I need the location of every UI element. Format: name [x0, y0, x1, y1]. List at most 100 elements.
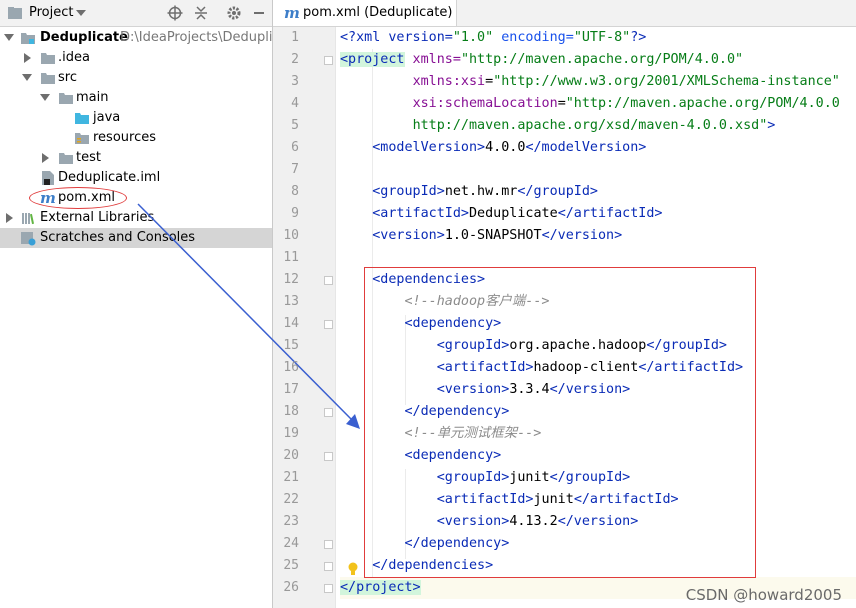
code-line: <artifactId>junit</artifactId> [436, 492, 679, 507]
code-line: </dependencies> [372, 558, 494, 573]
code-line: <version>3.3.4</version> [436, 382, 631, 397]
expanded-arrow-icon[interactable] [22, 74, 32, 81]
code-line: <modelVersion>4.0.0</modelVersion> [372, 140, 647, 155]
expanded-arrow-icon[interactable] [40, 94, 50, 101]
resources-folder-icon [75, 133, 89, 144]
line-number: 8 [291, 184, 299, 199]
tree-item-label: Scratches and Consoles [40, 230, 196, 245]
tree-item-scratches[interactable]: Scratches and Consoles [0, 228, 272, 248]
code-line: <artifactId>hadoop-client</artifactId> [436, 360, 744, 375]
line-number: 22 [283, 492, 299, 507]
code-line: <dependency> [404, 448, 502, 463]
tree-item-label: main [76, 90, 109, 105]
hide-panel-icon[interactable] [251, 5, 267, 21]
code-line: </dependency> [404, 536, 510, 551]
expanded-arrow-icon[interactable] [4, 34, 14, 41]
project-path: D:\IdeaProjects\Deduplicat [120, 30, 293, 45]
code-line: <version>1.0-SNAPSHOT</version> [372, 228, 623, 243]
tab-label: pom.xml (Deduplicate) [303, 5, 453, 20]
line-number: 5 [291, 118, 299, 133]
line-number: 26 [283, 580, 299, 595]
line-number: 23 [283, 514, 299, 529]
project-panel-header: Project [0, 0, 272, 27]
folder-icon [59, 153, 73, 164]
line-number: 10 [283, 228, 299, 243]
fold-marker[interactable] [324, 320, 333, 329]
fold-marker[interactable] [324, 562, 333, 571]
code-line: <dependencies> [372, 272, 486, 287]
project-view-icon[interactable] [7, 5, 23, 21]
gear-icon[interactable] [226, 5, 242, 21]
lightbulb-icon[interactable] [347, 562, 359, 576]
source-folder-icon [75, 113, 89, 124]
line-number: 13 [283, 294, 299, 309]
fold-marker[interactable] [324, 452, 333, 461]
line-number: 17 [283, 382, 299, 397]
line-number: 21 [283, 470, 299, 485]
tree-item-java[interactable]: java [0, 108, 272, 128]
tab-pom-xml[interactable]: m pom.xml (Deduplicate) [273, 0, 457, 26]
line-number: 3 [291, 74, 299, 89]
line-number: 18 [283, 404, 299, 419]
iml-file-icon [42, 171, 54, 185]
folder-icon [41, 73, 55, 84]
editor-tab-bar: m pom.xml (Deduplicate) [273, 0, 856, 27]
watermark: CSDN @howard2005 [685, 586, 842, 604]
chevron-down-icon[interactable] [76, 10, 86, 16]
collapsed-arrow-icon[interactable] [6, 213, 13, 223]
line-number: 11 [283, 250, 299, 265]
collapsed-arrow-icon[interactable] [42, 153, 49, 163]
module-folder-icon [21, 33, 35, 44]
line-number: 2 [291, 52, 299, 67]
folder-icon [59, 93, 73, 104]
code-line: <artifactId>Deduplicate</artifactId> [372, 206, 663, 221]
line-number: 25 [283, 558, 299, 573]
code-line: <?xml version="1.0" encoding="UTF-8"?> [340, 30, 647, 45]
line-number: 12 [283, 272, 299, 287]
tree-item-resources[interactable]: resources [0, 128, 272, 148]
annotation-ellipse [29, 187, 127, 209]
editor: m pom.xml (Deduplicate) <?xml version="1… [273, 0, 856, 608]
tree-item-src[interactable]: src [0, 68, 272, 88]
line-number: 6 [291, 140, 299, 155]
line-number: 15 [283, 338, 299, 353]
fold-marker[interactable] [324, 408, 333, 417]
code-line: <dependency> [404, 316, 502, 331]
tree-item-iml[interactable]: Deduplicate.iml [0, 168, 272, 188]
tree-item-deduplicate[interactable]: Deduplicate D:\IdeaProjects\Deduplicat [0, 28, 293, 48]
tree-item-label: test [76, 150, 101, 165]
tree-item-external-libraries[interactable]: External Libraries [0, 208, 272, 228]
tree-item-main[interactable]: main [0, 88, 272, 108]
line-number: 4 [291, 96, 299, 111]
code-line: </dependency> [404, 404, 510, 419]
collapsed-arrow-icon[interactable] [24, 53, 31, 63]
line-number: 7 [291, 162, 299, 177]
project-tool-window: Project Deduplicate D:\IdeaProjects\Dedu… [0, 0, 293, 608]
code-line: <project xmlns="http://maven.apache.org/… [340, 52, 744, 67]
fold-marker[interactable] [324, 276, 333, 285]
scratches-icon [21, 232, 36, 246]
line-number: 9 [291, 206, 299, 221]
project-panel-title[interactable]: Project [29, 5, 73, 20]
gutter-divider [335, 27, 336, 608]
tree-item-test[interactable]: test [0, 148, 272, 168]
fold-marker[interactable] [324, 540, 333, 549]
locate-icon[interactable] [167, 5, 183, 21]
line-number: 14 [283, 316, 299, 331]
code-line: <groupId>org.apache.hadoop</groupId> [436, 338, 727, 353]
maven-file-icon: m [284, 4, 300, 22]
code-line: <version>4.13.2</version> [436, 514, 639, 529]
line-number: 20 [283, 448, 299, 463]
code-line: xsi:schemaLocation="http://maven.apache.… [412, 96, 840, 111]
code-line: <groupId>net.hw.mr</groupId> [372, 184, 598, 199]
tree-item-label: Deduplicate.iml [58, 170, 161, 185]
code-line: xmlns:xsi="http://www.w3.org/2001/XMLSch… [412, 74, 840, 89]
code-area[interactable]: <?xml version="1.0" encoding="UTF-8"?> <… [340, 27, 856, 608]
libraries-icon [22, 213, 35, 225]
tree-item-label: External Libraries [40, 210, 155, 225]
fold-marker[interactable] [324, 56, 333, 65]
tree-item-label: Deduplicate [40, 30, 128, 45]
tree-item-idea[interactable]: .idea [0, 48, 272, 68]
fold-marker[interactable] [324, 584, 333, 593]
collapse-all-icon[interactable] [193, 5, 209, 21]
